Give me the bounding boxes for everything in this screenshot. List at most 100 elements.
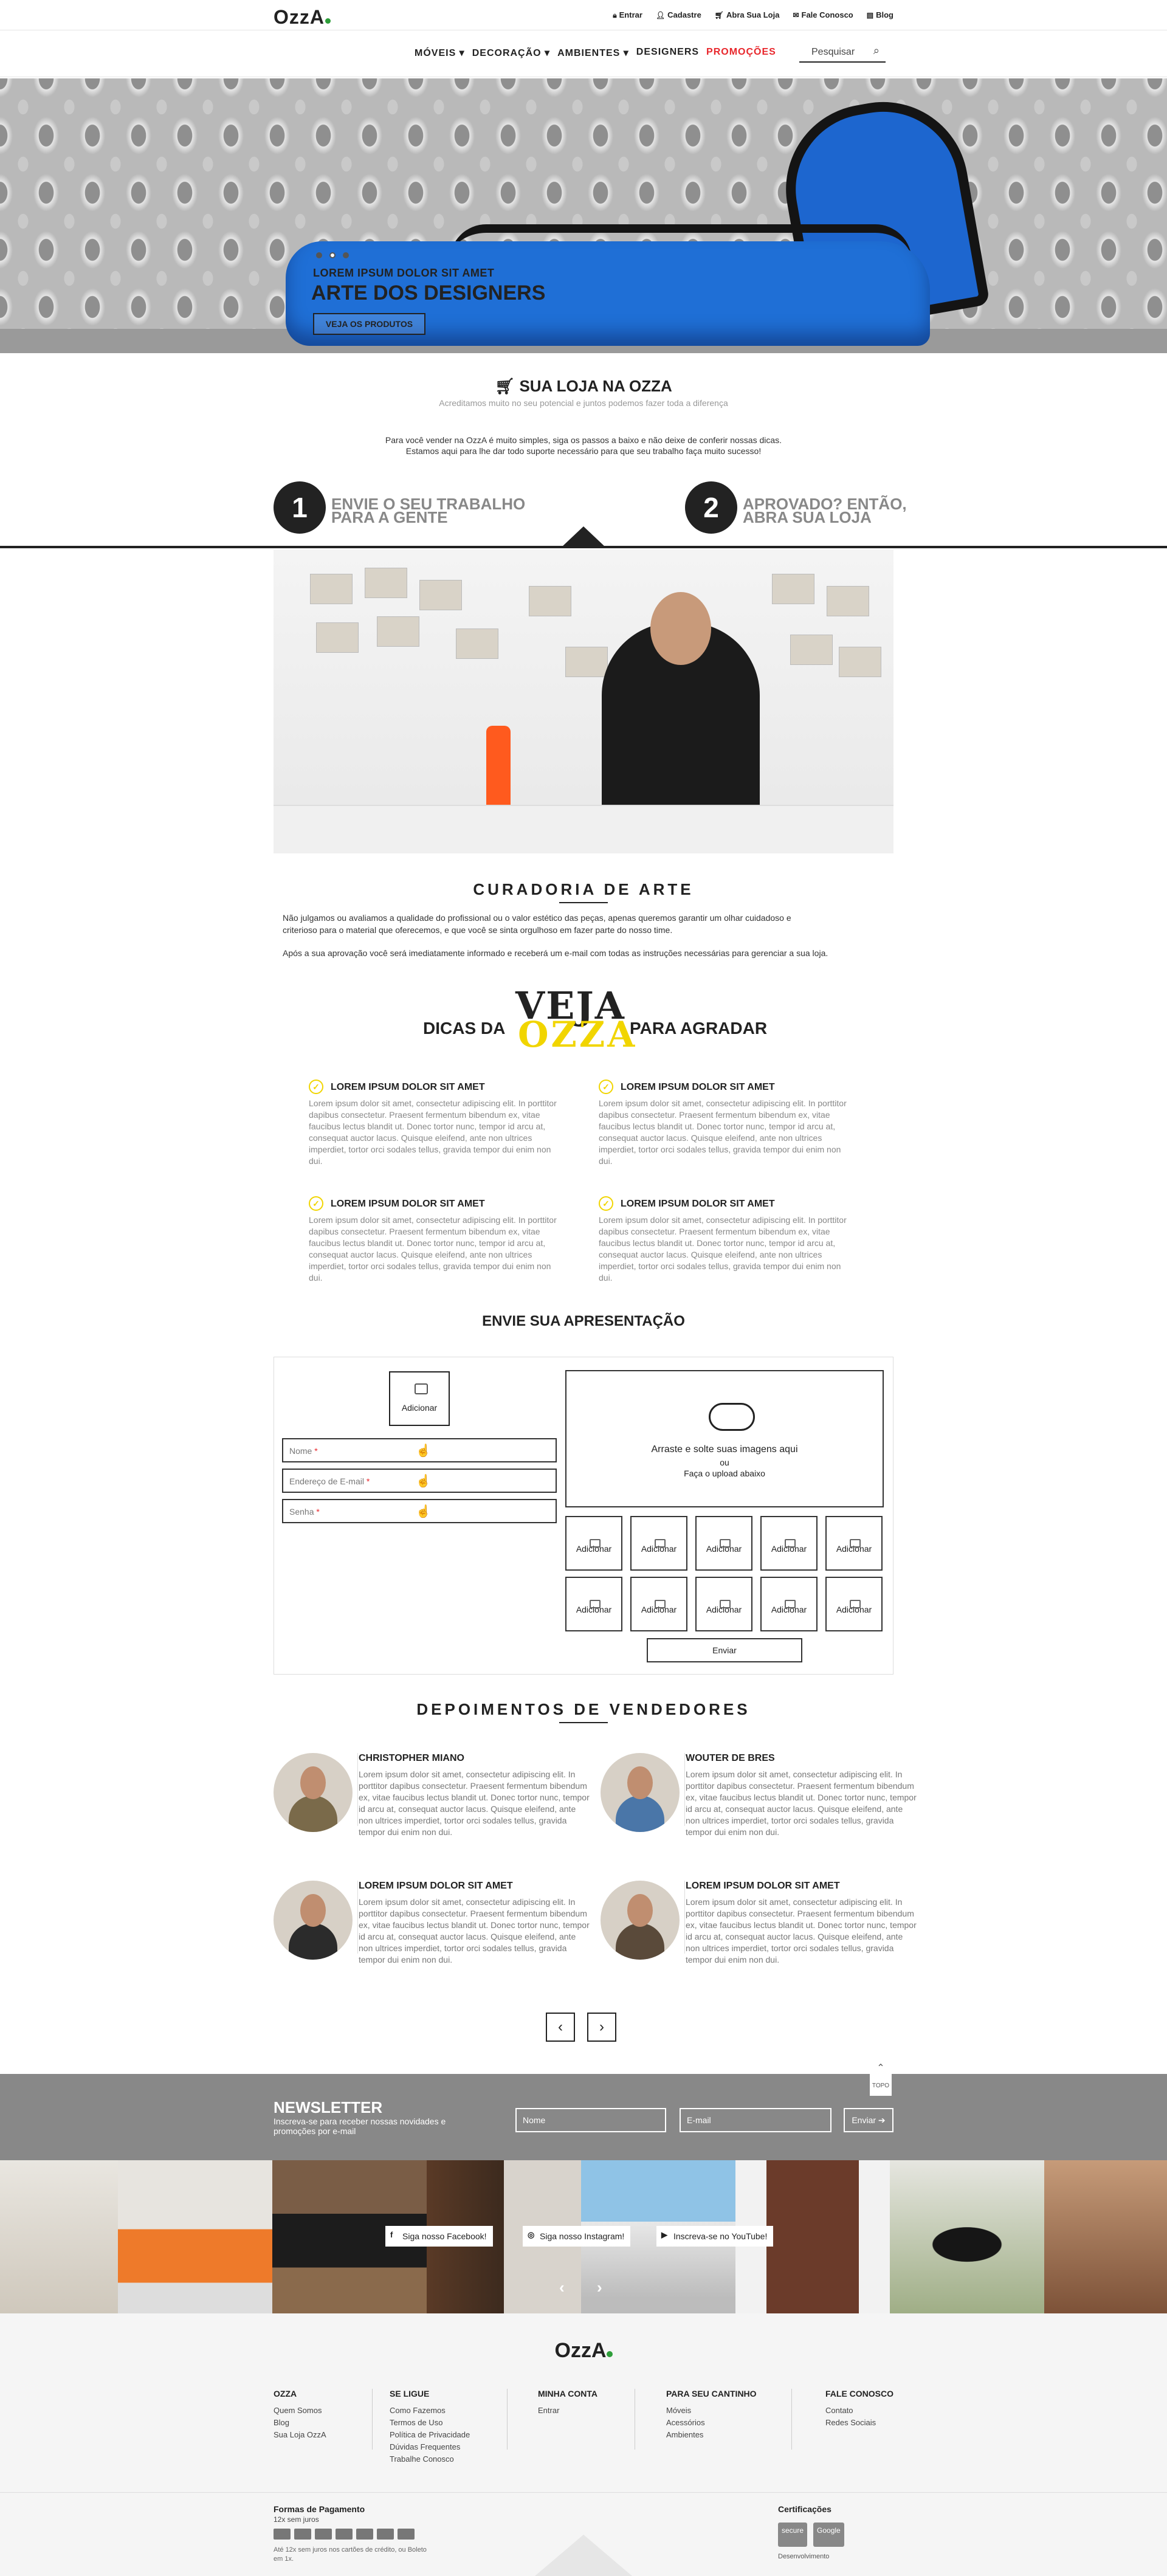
footer-col-title: FALE CONOSCO [825, 2389, 894, 2399]
step-2-number: 2 [685, 481, 737, 534]
footer-col-cantinho: PARA SEU CANTINHO Móveis Acessórios Ambient… [666, 2389, 757, 2441]
password-field[interactable]: Senha * ☝ [282, 1499, 557, 1523]
shop-subtitle: Acreditamos muito no seu potencial e jun… [439, 398, 728, 408]
gallery-image[interactable] [1044, 2160, 1167, 2313]
gallery-prev-button[interactable]: ‹ [559, 2278, 565, 2297]
footer-link[interactable]: Termos de Uso [390, 2417, 470, 2429]
top-links: 🔒︎ Entrar 👤︎ Cadastre 🛒︎ Abra Sua Loja ✉︎ Fa… [613, 10, 893, 20]
card-icon [356, 2529, 373, 2540]
search-input[interactable]: Pesquisar ⌕ [799, 41, 886, 63]
image-slot[interactable]: Adicionar [695, 1577, 752, 1631]
newsletter-email-input[interactable]: E-mail [680, 2108, 831, 2132]
footer-link[interactable]: Como Fazemos [390, 2405, 470, 2417]
hero-banner: LOREM IPSUM DOLOR SIT AMET ARTE DOS DESI… [0, 78, 1167, 353]
register-link[interactable]: 👤︎ Cadastre [656, 10, 701, 20]
check-icon: ✓ [309, 1196, 323, 1211]
image-slot[interactable]: Adicionar [760, 1516, 818, 1571]
testimonial-name: LOREM IPSUM DOLOR SIT AMET [686, 1881, 840, 1891]
nav-item-ambientes[interactable]: AMBIENTES ▾ [557, 47, 629, 59]
testimonial-text: Lorem ipsum dolor sit amet, consectetur … [686, 1897, 917, 1965]
footer-link[interactable]: Ambientes [666, 2429, 757, 2441]
nav-item-decoracao[interactable]: DECORAÇÃO ▾ [472, 47, 550, 59]
footer-col-fale-conosco: FALE CONOSCO Contato Redes Sociais [825, 2389, 893, 2429]
document-icon: ▤ [866, 11, 874, 19]
youtube-button[interactable]: ▶ Inscreva-se no YouTube! [656, 2226, 774, 2247]
main-nav: MÓVEIS ▾ DECORAÇÃO ▾ AMBIENTES ▾ DESIGNE… [0, 31, 1167, 77]
gallery-image[interactable] [0, 2160, 118, 2313]
submit-button[interactable]: Enviar [647, 1638, 802, 1662]
image-slot[interactable]: Adicionar [630, 1516, 687, 1571]
footer-link[interactable]: Quem Somos [274, 2405, 326, 2417]
image-slot[interactable]: Adicionar [630, 1577, 687, 1631]
footer-link[interactable]: Política de Privacidade [390, 2429, 470, 2441]
image-slot[interactable]: Adicionar [825, 1516, 883, 1571]
camera-icon [785, 1600, 796, 1608]
gallery-image[interactable] [890, 2160, 1044, 2313]
hero-button[interactable]: VEJA OS PRODUTOS [313, 313, 425, 335]
slider-dot-3[interactable] [343, 252, 349, 258]
curadoria-p1b: criterioso para o material que oferecemo… [283, 925, 673, 935]
newsletter-submit-button[interactable]: Enviar ➔ [844, 2108, 893, 2132]
avatar-upload[interactable]: Adicionar [389, 1371, 450, 1426]
footer-link[interactable]: Sua Loja OzzA [274, 2429, 326, 2441]
nav-item-moveis[interactable]: MÓVEIS ▾ [415, 47, 465, 59]
contact-link[interactable]: ✉︎ Fale Conosco [793, 10, 853, 20]
search-icon[interactable]: ⌕ [873, 44, 880, 57]
required-mark: * [316, 1507, 320, 1517]
newsletter-name-input[interactable]: Nome [515, 2108, 666, 2132]
footer-link[interactable]: Móveis [666, 2405, 757, 2417]
dropzone-line3: Faça o upload abaixo [684, 1469, 765, 1478]
pointer-hand-icon: ☝ [416, 1444, 431, 1458]
image-slot[interactable]: Adicionar [760, 1577, 818, 1631]
chevron-up-icon: ⌃ [876, 2063, 885, 2073]
gallery-image[interactable] [118, 2160, 272, 2313]
nav-item-promocoes[interactable]: PROMOÇÕES [706, 47, 776, 59]
pointer-hand-icon: ☝ [416, 1505, 431, 1518]
youtube-label: Inscreva-se no YouTube! [673, 2231, 768, 2241]
step-1-text: ENVIE O SEU TRABALHO PARA A GENTE [331, 496, 525, 525]
footer-link[interactable]: Redes Sociais [825, 2417, 893, 2429]
footer-link[interactable]: Trabalhe Conosco [390, 2453, 470, 2465]
newsletter-subtitle: Inscreva-se para receber nossas novidade… [274, 2116, 446, 2136]
footer-col-title: SE LIGUE [390, 2389, 430, 2399]
image-slot[interactable]: Adicionar [565, 1516, 622, 1571]
slider-dot-1[interactable] [316, 252, 322, 258]
tip-title: LOREM IPSUM DOLOR SIT AMET [331, 1199, 485, 1209]
footer-link[interactable]: Acessórios [666, 2417, 757, 2429]
image-slot[interactable]: Adicionar [825, 1577, 883, 1631]
hero-title: ARTE DOS DESIGNERS [311, 281, 546, 305]
footer-link[interactable]: Contato [825, 2405, 893, 2417]
contact-label: Fale Conosco [801, 10, 853, 19]
gallery-next-button[interactable]: › [597, 2278, 602, 2297]
logo[interactable]: OzzA [274, 6, 331, 29]
blog-label: Blog [876, 10, 893, 19]
image-dropzone[interactable]: Arraste e solte suas imagens aqui ou Faç… [565, 1370, 884, 1507]
facebook-button[interactable]: f Siga nosso Facebook! [385, 2226, 493, 2247]
footer-link[interactable]: Blog [274, 2417, 326, 2429]
footer-col-se-ligue: SE LIGUE Como Fazemos Termos de Uso Polític… [390, 2389, 470, 2465]
footer-col-title: PARA SEU CANTINHO [666, 2389, 757, 2399]
image-slot[interactable]: Adicionar [565, 1577, 622, 1631]
footer-link[interactable]: Dúvidas Frequentes [390, 2441, 470, 2453]
open-store-label: Abra Sua Loja [726, 10, 780, 19]
camera-icon [415, 1383, 428, 1394]
testimonials-prev-button[interactable]: ‹ [546, 2013, 575, 2042]
email-field[interactable]: Endereço de E-mail * ☝ [282, 1469, 557, 1493]
blog-link[interactable]: ▤ Blog [867, 10, 893, 20]
dicas-right-text: PARA AGRADAR [630, 1019, 768, 1038]
footer-link[interactable]: Entrar [538, 2405, 597, 2417]
slider-dot-2[interactable] [329, 252, 336, 258]
footer-decor-triangle [535, 2535, 632, 2576]
login-link[interactable]: 🔒︎ Entrar [613, 10, 642, 20]
footer-logo[interactable]: OzzA [0, 2339, 1167, 2363]
open-store-link[interactable]: 🛒︎ Abra Sua Loja [715, 10, 780, 20]
testimonials-next-button[interactable]: › [587, 2013, 616, 2042]
nav-item-designers[interactable]: DESIGNERS [636, 47, 699, 59]
payment-note: Até 12x sem juros nos cartões de crédito… [274, 2546, 427, 2563]
footer-col-minha-conta: MINHA CONTA Entrar [538, 2389, 597, 2417]
name-field[interactable]: Nome * ☝ [282, 1438, 557, 1462]
curadoria-p1a: Não julgamos ou avaliamos a qualidade do… [283, 913, 791, 923]
back-to-top-button[interactable]: ⌃ TOPO [870, 2059, 892, 2096]
instagram-button[interactable]: ◎ Siga nosso Instagram! [523, 2226, 631, 2247]
image-slot[interactable]: Adicionar [695, 1516, 752, 1571]
